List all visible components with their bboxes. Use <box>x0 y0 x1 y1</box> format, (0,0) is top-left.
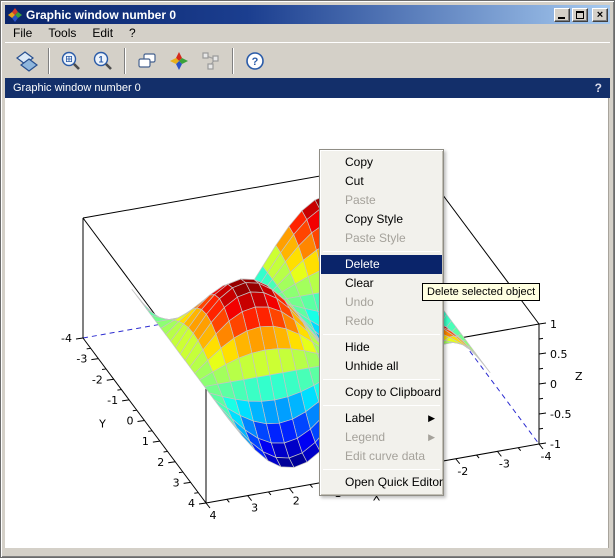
tick-label: -0.5 <box>550 408 571 421</box>
close-icon: × <box>593 9 607 21</box>
menu-item-legend: Legend▶ <box>321 428 442 447</box>
tick-label: -1 <box>107 394 118 407</box>
menu-item-paste: Paste <box>321 191 442 210</box>
menu-separator <box>323 251 440 252</box>
quick-editor-icon <box>168 50 190 72</box>
tick-label: 0 <box>550 378 557 391</box>
menu-separator <box>323 469 440 470</box>
quick-editor-button[interactable] <box>164 46 194 76</box>
maximize-button[interactable] <box>572 8 588 22</box>
figure-dialogs-icon <box>136 50 158 72</box>
menubar-item-tools[interactable]: Tools <box>40 25 84 41</box>
submenu-arrow-icon: ▶ <box>428 409 435 428</box>
svg-text:?: ? <box>252 56 259 68</box>
figure-dialogs-button[interactable] <box>132 46 162 76</box>
tick-label: 1 <box>142 435 149 448</box>
menu-item-copy[interactable]: Copy <box>321 153 442 172</box>
toolbar-separator <box>48 48 50 74</box>
scilab-app-icon <box>8 8 22 22</box>
help-icon: ? <box>244 50 266 72</box>
menubar-item--[interactable]: ? <box>121 25 144 41</box>
tick-label: 2 <box>157 456 164 469</box>
toolbar-separator <box>124 48 126 74</box>
menu-item-unhide-all[interactable]: Unhide all <box>321 357 442 376</box>
tick-label: Y <box>98 418 106 431</box>
zoom-area-button[interactable] <box>56 46 86 76</box>
toolbar-separator <box>232 48 234 74</box>
menu-item-paste-style: Paste Style <box>321 229 442 248</box>
menu-item-copy-style[interactable]: Copy Style <box>321 210 442 229</box>
menu-item-redo: Redo <box>321 312 442 331</box>
menubar-item-file[interactable]: File <box>5 25 40 41</box>
zoom-reset-button[interactable]: 1 <box>88 46 118 76</box>
submenu-arrow-icon: ▶ <box>428 428 435 447</box>
tick-label: 3 <box>251 502 258 515</box>
tick-label: -2 <box>92 373 103 386</box>
zoom-area-icon <box>60 50 82 72</box>
menu-item-copy-to-clipboard[interactable]: Copy to Clipboard <box>321 383 442 402</box>
menubar-item-edit[interactable]: Edit <box>84 25 121 41</box>
menu-item-delete[interactable]: Delete <box>321 255 442 274</box>
context-menu: CopyCutPasteCopy StylePaste Style Delete C… <box>319 149 444 496</box>
rotate-button[interactable] <box>12 46 42 76</box>
window-title: Graphic window number 0 <box>26 8 552 22</box>
figure-info-bar: Graphic window number 0 ? <box>5 78 610 98</box>
menu-item-open-quick-editor[interactable]: Open Quick Editor <box>321 473 442 492</box>
tick-label: 0 <box>127 415 134 428</box>
menu-separator <box>323 405 440 406</box>
menu-item-label[interactable]: Label▶ <box>321 409 442 428</box>
toolbar: 1 <box>5 42 610 78</box>
help-button[interactable]: ? <box>240 46 270 76</box>
minimize-button[interactable] <box>554 8 570 22</box>
menu-item-hide[interactable]: Hide <box>321 338 442 357</box>
tick-label: 0.5 <box>550 348 568 361</box>
tick-label: -2 <box>457 465 468 478</box>
surface-plot-canvas[interactable]: 43210-1-2-3-4-4-3-2-10123410.50-0.5-1YZX <box>5 98 609 548</box>
menu-bar: FileToolsEdit? <box>5 24 610 42</box>
minimize-icon <box>558 17 565 19</box>
menu-separator <box>323 379 440 380</box>
datatips-icon <box>200 50 222 72</box>
plot-area: 43210-1-2-3-4-4-3-2-10123410.50-0.5-1YZX <box>5 98 609 548</box>
menu-item-edit-curve-data: Edit curve data <box>321 447 442 466</box>
tick-label: 2 <box>293 494 300 507</box>
tick-label: -4 <box>541 450 552 463</box>
tick-label: 1 <box>550 318 557 331</box>
close-button[interactable]: × <box>592 8 608 22</box>
tick-label: 4 <box>210 509 217 522</box>
tick-label: 3 <box>173 476 180 489</box>
maximize-icon <box>576 11 584 19</box>
graphic-window: Graphic window number 0 × FileToolsEdit?… <box>0 0 615 558</box>
tick-label: -1 <box>550 438 561 451</box>
tick-label: Z <box>575 370 583 383</box>
figure-info-title: Graphic window number 0 <box>13 82 595 94</box>
tooltip: Delete selected object <box>422 283 540 301</box>
zoom-reset-icon: 1 <box>92 50 114 72</box>
tick-label: -3 <box>76 353 87 366</box>
tick-label: -3 <box>499 457 510 470</box>
rotate-icon <box>16 50 38 72</box>
tick-label: -4 <box>61 332 72 345</box>
infobar-help-icon[interactable]: ? <box>595 81 602 95</box>
menu-separator <box>323 334 440 335</box>
svg-text:1: 1 <box>98 54 103 64</box>
datatips-button[interactable] <box>196 46 226 76</box>
title-bar[interactable]: Graphic window number 0 × <box>5 5 610 24</box>
menu-item-cut[interactable]: Cut <box>321 172 442 191</box>
tick-label: 4 <box>188 497 195 510</box>
